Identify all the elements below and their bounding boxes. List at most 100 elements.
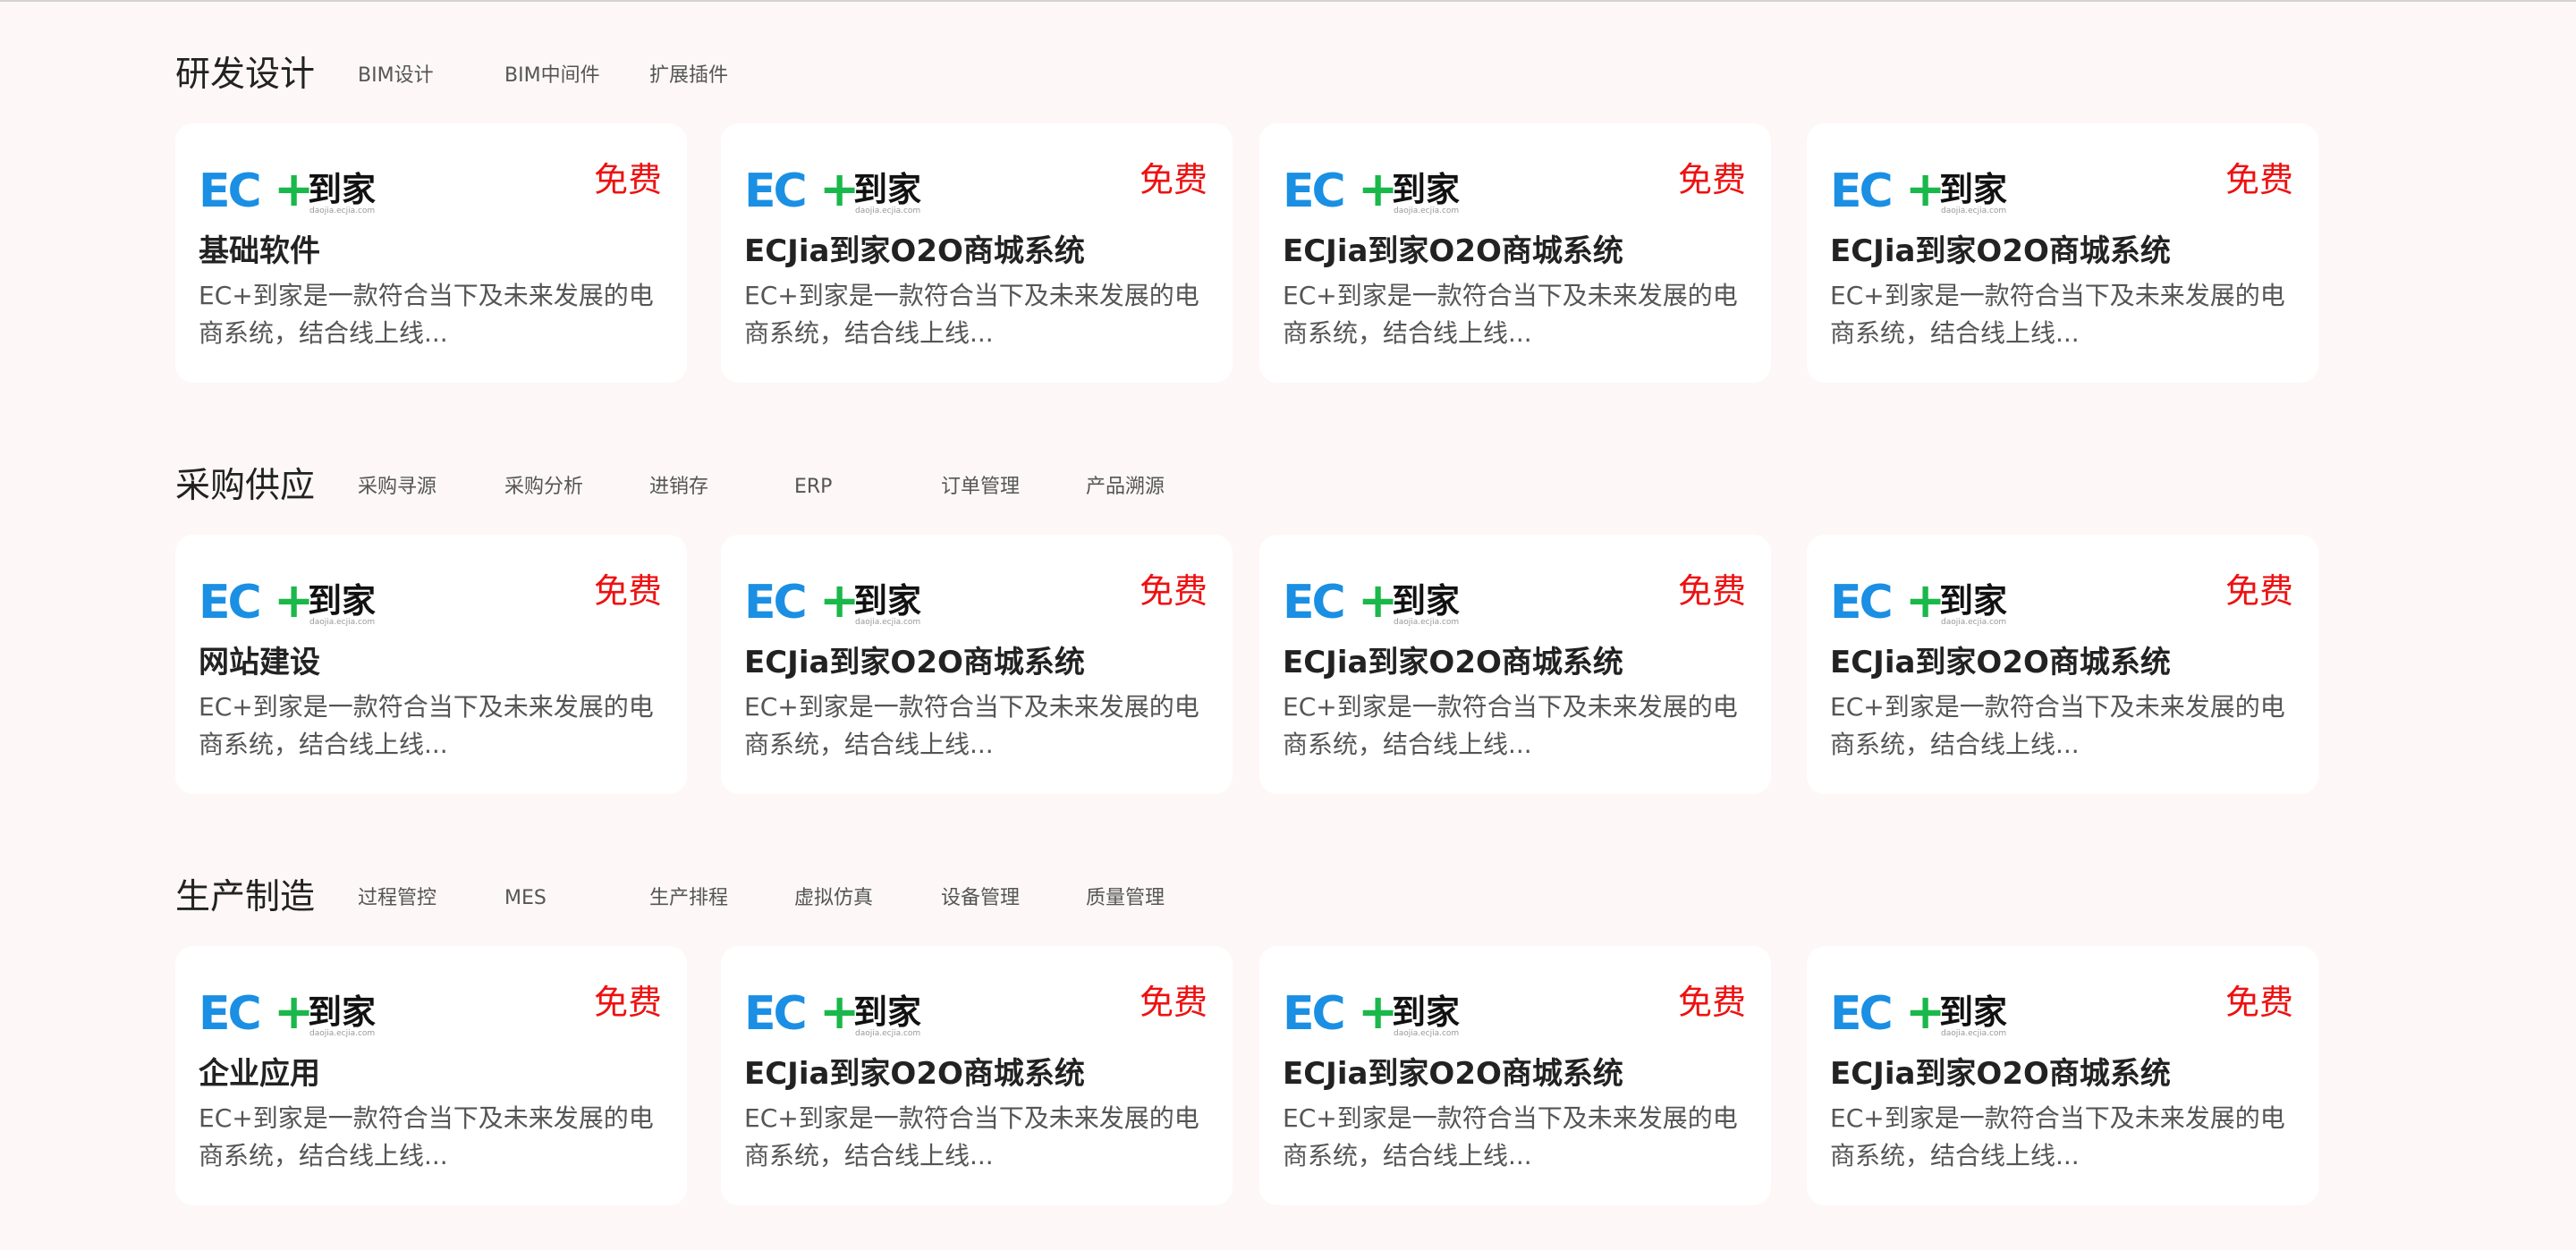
- subcategory-tag[interactable]: 进销存: [649, 474, 708, 501]
- subcategory-tag[interactable]: 采购分析: [504, 474, 583, 501]
- subcategory-tag[interactable]: BIM中间件: [504, 63, 600, 89]
- product-description: EC+到家是一款符合当下及未来发展的电商系统，结合线上线...: [744, 1103, 1199, 1170]
- logo-cn-text: 到家: [308, 170, 377, 209]
- product-description: EC+到家是一款符合当下及未来发展的电商系统，结合线上线...: [1283, 692, 1738, 759]
- section-title: 研发设计: [175, 55, 316, 95]
- product-card[interactable]: EC + 到家 daojia.ecjia.com 免费 ECJia到家O2O商城系统 EC+…: [721, 946, 1233, 1205]
- subcategory-tag[interactable]: BIM设计: [358, 63, 434, 89]
- product-card[interactable]: EC + 到家 daojia.ecjia.com 免费 基础软件 EC+到家是一款符合当下及…: [175, 123, 687, 383]
- ecjia-logo: EC + 到家 daojia.ecjia.com: [1830, 165, 2018, 218]
- product-card[interactable]: EC + 到家 daojia.ecjia.com 免费 网站建设 EC+到家是一款符合当下及…: [175, 535, 687, 794]
- ecjia-logo: EC + 到家 daojia.ecjia.com: [1830, 988, 2018, 1041]
- logo-ec-text: EC: [744, 165, 808, 218]
- product-card[interactable]: EC + 到家 daojia.ecjia.com 免费 ECJia到家O2O商城系统 EC+…: [1259, 535, 1771, 794]
- subcategory-tag[interactable]: 设备管理: [941, 885, 1020, 912]
- product-title: ECJia到家O2O商城系统: [1830, 233, 2171, 269]
- free-badge: 免费: [1139, 160, 1208, 199]
- product-description: EC+到家是一款符合当下及未来发展的电商系统，结合线上线...: [199, 692, 654, 759]
- logo-cn-text: 到家: [308, 581, 377, 621]
- subcategory-tag[interactable]: 虚拟仿真: [794, 885, 873, 912]
- logo-cn-text: 到家: [1939, 170, 2008, 209]
- product-card[interactable]: EC + 到家 daojia.ecjia.com 免费 ECJia到家O2O商城系统 EC+…: [721, 123, 1233, 383]
- ecjia-logo: EC + 到家 daojia.ecjia.com: [199, 987, 386, 1041]
- product-card[interactable]: EC + 到家 daojia.ecjia.com 免费 ECJia到家O2O商城系统 EC+…: [1259, 123, 1771, 383]
- logo-url-text: daojia.ecjia.com: [1941, 1029, 2007, 1038]
- product-title: 企业应用: [199, 1056, 320, 1092]
- logo-ec-text: EC: [744, 987, 808, 1041]
- product-description: EC+到家是一款符合当下及未来发展的电商系统，结合线上线...: [744, 692, 1199, 759]
- ecjia-logo: EC + 到家 daojia.ecjia.com: [1830, 576, 2018, 629]
- product-description: EC+到家是一款符合当下及未来发展的电商系统，结合线上线...: [1830, 1103, 2285, 1170]
- logo-url-text: daojia.ecjia.com: [309, 207, 376, 215]
- top-divider: [0, 0, 2576, 2]
- product-card[interactable]: EC + 到家 daojia.ecjia.com 免费 ECJia到家O2O商城系统 EC+…: [721, 535, 1233, 794]
- product-title: 基础软件: [199, 233, 320, 269]
- subcategory-tag[interactable]: 过程管控: [358, 885, 436, 912]
- section-header: 采购供应 采购寻源 采购分析 进销存 ERP 订单管理 产品溯源: [175, 463, 2322, 517]
- ecjia-logo: EC + 到家 daojia.ecjia.com: [1283, 987, 1470, 1041]
- subcategory-tag[interactable]: 生产排程: [649, 885, 728, 912]
- category-section: 研发设计 BIM设计 BIM中间件 扩展插件 EC + 到家 daojia.ecjia.com…: [175, 52, 2322, 383]
- category-section: 采购供应 采购寻源 采购分析 进销存 ERP 订单管理 产品溯源 EC + 到家 daojia.ec…: [175, 463, 2322, 794]
- product-description: EC+到家是一款符合当下及未来发展的电商系统，结合线上线...: [199, 281, 654, 348]
- subcategory-tag[interactable]: ERP: [794, 474, 832, 501]
- product-description: EC+到家是一款符合当下及未来发展的电商系统，结合线上线...: [1283, 1103, 1738, 1170]
- logo-cn-text: 到家: [853, 581, 922, 621]
- product-description: EC+到家是一款符合当下及未来发展的电商系统，结合线上线...: [1283, 281, 1738, 348]
- logo-url-text: daojia.ecjia.com: [1394, 1029, 1460, 1038]
- logo-url-text: daojia.ecjia.com: [1941, 618, 2007, 627]
- product-description: EC+到家是一款符合当下及未来发展的电商系统，结合线上线...: [199, 1103, 654, 1170]
- free-badge: 免费: [1677, 160, 1746, 199]
- product-card[interactable]: EC + 到家 daojia.ecjia.com 免费 ECJia到家O2O商城系统 EC+…: [1807, 123, 2318, 383]
- product-description: EC+到家是一款符合当下及未来发展的电商系统，结合线上线...: [1830, 281, 2285, 348]
- logo-ec-text: EC: [1283, 987, 1346, 1041]
- logo-url-text: daojia.ecjia.com: [1394, 207, 1460, 215]
- section-title: 生产制造: [175, 877, 316, 917]
- logo-url-text: daojia.ecjia.com: [1394, 618, 1460, 627]
- logo-cn-text: 到家: [1392, 581, 1461, 621]
- logo-ec-text: EC: [199, 576, 262, 629]
- logo-cn-text: 到家: [1939, 581, 2008, 621]
- logo-ec-text: EC: [1830, 165, 1894, 218]
- product-card[interactable]: EC + 到家 daojia.ecjia.com 免费 ECJia到家O2O商城系统 EC+…: [1259, 946, 1771, 1205]
- subcategory-tag[interactable]: 产品溯源: [1086, 474, 1165, 501]
- subcategory-tag[interactable]: 质量管理: [1086, 885, 1165, 912]
- ecjia-logo: EC + 到家 daojia.ecjia.com: [199, 165, 386, 218]
- subcategory-tag[interactable]: 扩展插件: [649, 63, 728, 89]
- logo-cn-text: 到家: [308, 992, 377, 1032]
- logo-url-text: daojia.ecjia.com: [1941, 207, 2007, 215]
- free-badge: 免费: [1139, 983, 1208, 1022]
- product-card[interactable]: EC + 到家 daojia.ecjia.com 免费企业应用 EC+到家是一款符合当下及…: [175, 946, 687, 1205]
- logo-ec-text: EC: [1830, 576, 1894, 629]
- logo-url-text: daojia.ecjia.com: [309, 1029, 376, 1038]
- logo-ec-text: EC: [1283, 576, 1346, 629]
- free-badge: 免费: [2224, 571, 2293, 611]
- logo-url-text: daojia.ecjia.com: [855, 207, 921, 215]
- ecjia-logo: EC + 到家 daojia.ecjia.com: [199, 576, 386, 629]
- subcategory-tag[interactable]: 订单管理: [941, 474, 1020, 501]
- product-title: ECJia到家O2O商城系统: [1283, 233, 1623, 269]
- product-card[interactable]: EC + 到家 daojia.ecjia.com 免费 ECJia到家O2O商城系统 EC+…: [1807, 946, 2318, 1205]
- logo-cn-text: 到家: [853, 170, 922, 209]
- subcategory-tag[interactable]: 采购寻源: [358, 474, 436, 501]
- product-title: ECJia到家O2O商城系统: [744, 645, 1085, 680]
- free-badge: 免费: [1139, 571, 1208, 611]
- product-card[interactable]: EC + 到家 daojia.ecjia.com 免费 ECJia到家O2O商城系统 EC+…: [1807, 535, 2318, 794]
- free-badge: 免费: [1677, 571, 1746, 611]
- free-badge: 免费: [1677, 983, 1746, 1022]
- free-badge: 免费: [593, 983, 662, 1022]
- logo-ec-text: EC: [199, 165, 262, 218]
- product-title: ECJia到家O2O商城系统: [1283, 1056, 1623, 1092]
- product-title: ECJia到家O2O商城系统: [1830, 645, 2171, 680]
- section-header: 生产制造 过程管控 MES 生产排程 虚拟仿真 设备管理 质量管理: [175, 874, 2322, 928]
- product-description: EC+到家是一款符合当下及未来发展的电商系统，结合线上线...: [744, 281, 1199, 348]
- logo-ec-text: EC: [1283, 165, 1346, 218]
- ecjia-logo: EC + 到家 daojia.ecjia.com: [744, 165, 932, 218]
- product-title: ECJia到家O2O商城系统: [1283, 645, 1623, 680]
- subcategory-tag[interactable]: MES: [504, 885, 547, 912]
- free-badge: 免费: [2224, 983, 2293, 1022]
- section-header: 研发设计 BIM设计 BIM中间件 扩展插件: [175, 52, 2322, 106]
- ecjia-logo: EC + 到家 daojia.ecjia.com: [744, 987, 932, 1041]
- logo-ec-text: EC: [199, 987, 262, 1041]
- logo-url-text: daojia.ecjia.com: [855, 1029, 921, 1038]
